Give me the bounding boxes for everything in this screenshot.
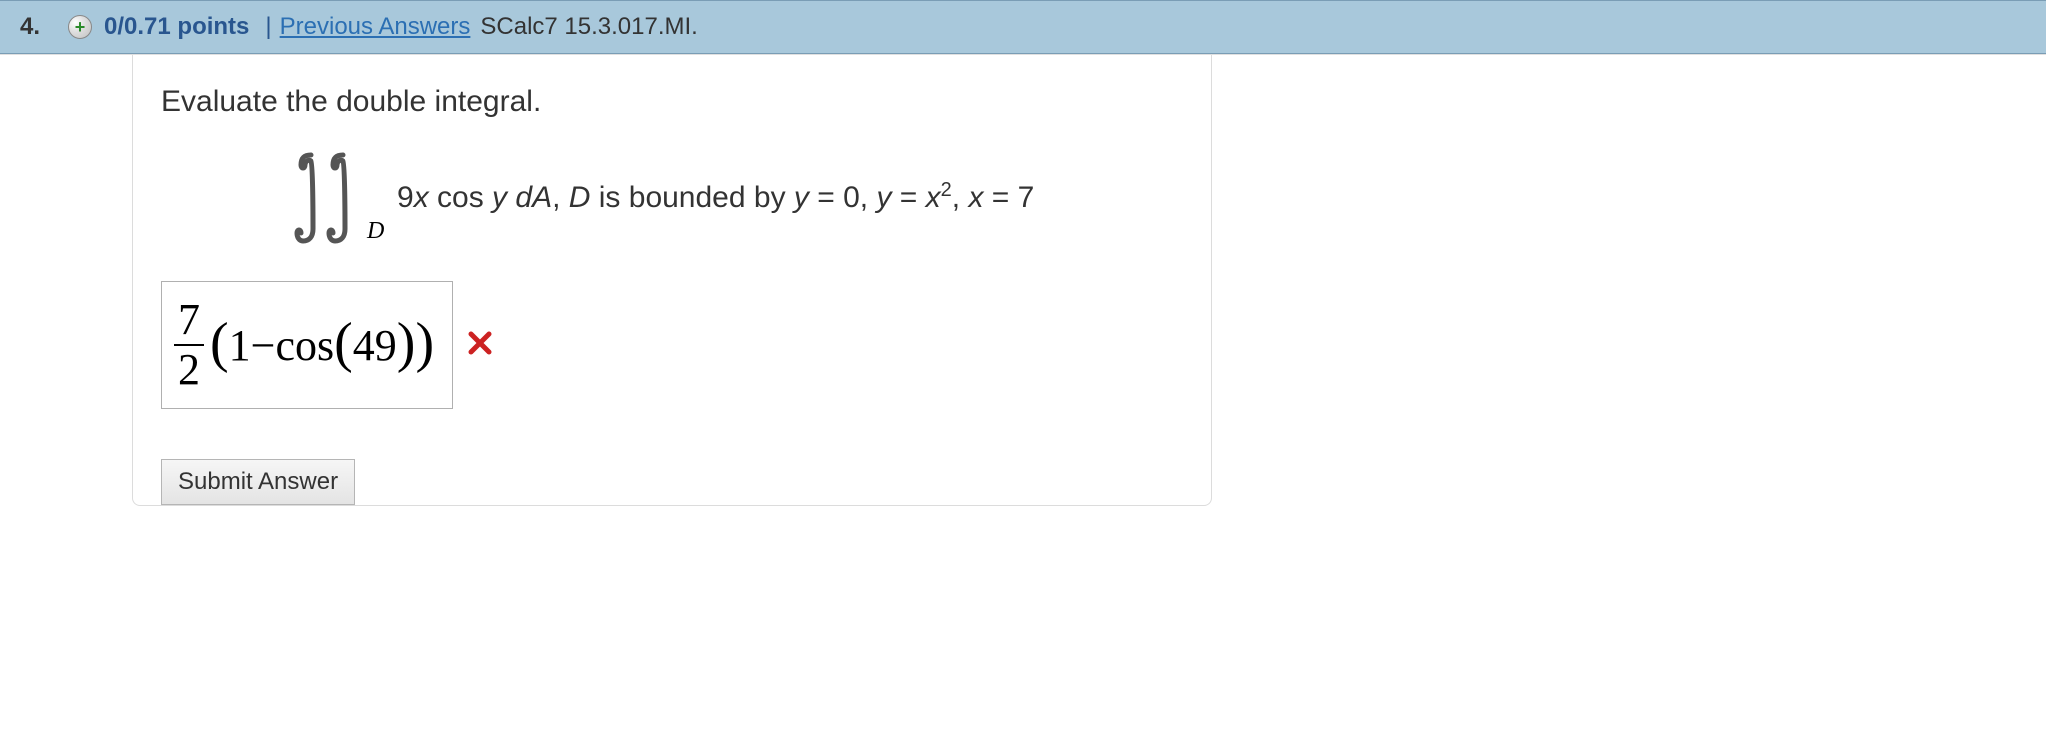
expand-icon[interactable]: + [68, 15, 92, 39]
question-prompt: Evaluate the double integral. [161, 85, 1183, 119]
submit-row: Submit Answer [161, 459, 1183, 505]
incorrect-icon [467, 330, 493, 361]
question-number: 4. [20, 13, 40, 41]
submit-answer-button[interactable]: Submit Answer [161, 459, 355, 505]
fraction-denominator: 2 [174, 346, 204, 392]
integral-region-label: D [367, 218, 384, 245]
integral-expression: D 9x cos y dA, D is bounded by y = 0, y … [291, 147, 1183, 247]
answer-row: 7 2 ( 1 − cos ( 49 ) ) [161, 281, 1183, 409]
header-divider: | [265, 13, 271, 41]
question-header: 4. + 0/0.71 points | Previous Answers SC… [0, 0, 2046, 54]
fraction: 7 2 [174, 298, 204, 392]
integrand-text: 9x cos y dA, D is bounded by y = 0, y = … [397, 179, 1034, 215]
fraction-numerator: 7 [174, 298, 204, 344]
double-integral-icon: D [291, 147, 387, 247]
answer-expression: ( 1 − cos ( 49 ) ) [210, 317, 434, 373]
answer-input-box[interactable]: 7 2 ( 1 − cos ( 49 ) ) [161, 281, 453, 409]
previous-answers-link[interactable]: Previous Answers [280, 13, 471, 41]
points-text: 0/0.71 points [104, 13, 249, 41]
problem-code: SCalc7 15.3.017.MI. [480, 13, 697, 41]
question-content: Evaluate the double integral. D 9x cos y… [132, 55, 1212, 506]
